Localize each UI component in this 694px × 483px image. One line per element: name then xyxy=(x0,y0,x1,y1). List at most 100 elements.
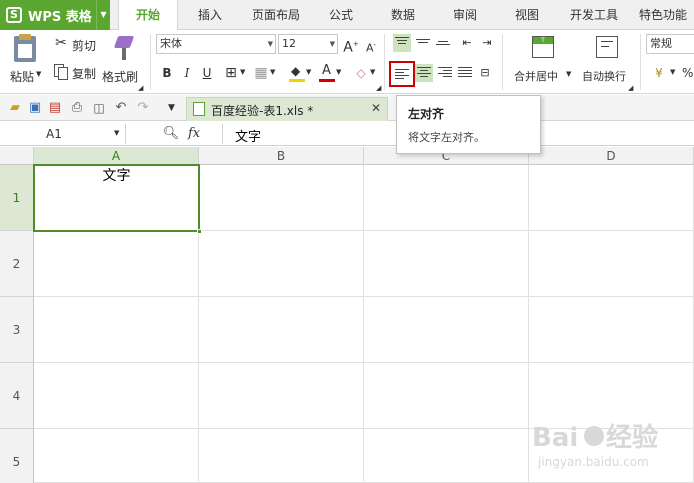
align-bottom-icon xyxy=(436,41,450,53)
column-header-b[interactable]: B xyxy=(199,147,364,165)
document-tab[interactable]: 百度经验-表1.xls * ✕ xyxy=(186,97,388,121)
number-format-select[interactable]: 常规 xyxy=(646,34,694,54)
align-bottom-button[interactable] xyxy=(434,34,452,52)
svg-text:Bai: Bai xyxy=(532,423,578,453)
chevron-down-icon: ▼ xyxy=(329,40,335,48)
cell[interactable] xyxy=(364,297,529,363)
align-middle-button[interactable] xyxy=(414,34,432,52)
bold-button[interactable]: B xyxy=(158,64,176,82)
percent-button[interactable]: % xyxy=(682,66,693,80)
cell[interactable] xyxy=(199,363,364,429)
fill-handle[interactable] xyxy=(197,229,202,234)
italic-button[interactable]: I xyxy=(178,64,196,82)
font-size-select[interactable]: 12 ▼ xyxy=(278,34,338,54)
align-left-button[interactable] xyxy=(389,61,415,87)
name-box-value: A1 xyxy=(46,127,62,141)
merge-center-button[interactable]: T 合并居中 ▼ xyxy=(510,34,576,90)
chevron-down-icon[interactable]: ▼ xyxy=(336,68,341,76)
function-icon[interactable]: fx xyxy=(188,126,200,141)
print-icon[interactable]: ⎙ xyxy=(68,99,86,117)
cell[interactable] xyxy=(199,297,364,363)
open-folder-icon[interactable]: ▰ xyxy=(6,99,24,117)
chevron-down-icon: ▼ xyxy=(36,70,42,78)
fill-color-button[interactable]: ◆ xyxy=(288,64,306,82)
cell[interactable] xyxy=(199,165,364,231)
tab-data[interactable]: 数据 xyxy=(380,0,426,30)
row-header-1[interactable]: 1 xyxy=(0,165,34,231)
increase-font-icon[interactable]: A+ xyxy=(342,35,360,56)
align-top-button[interactable] xyxy=(393,34,411,52)
cell[interactable] xyxy=(199,429,364,483)
paste-button[interactable]: 粘贴 ▼ xyxy=(8,34,46,90)
cell[interactable] xyxy=(529,165,694,231)
decrease-indent-icon[interactable]: ⇤ xyxy=(458,34,476,52)
align-left-icon xyxy=(395,69,409,81)
cell[interactable] xyxy=(34,231,199,297)
export-pdf-icon[interactable]: ▤ xyxy=(46,99,64,117)
clear-format-icon[interactable]: ◇ xyxy=(352,64,370,82)
cell-style-icon[interactable]: ▦ xyxy=(252,64,270,82)
cell[interactable] xyxy=(364,231,529,297)
format-painter-button[interactable]: 格式刷 xyxy=(102,34,146,90)
chevron-down-icon[interactable]: ▼ xyxy=(168,103,175,113)
close-icon[interactable]: ✕ xyxy=(371,101,381,115)
save-icon[interactable]: ▣ xyxy=(26,99,44,117)
align-center-button[interactable] xyxy=(415,64,433,82)
align-right-button[interactable] xyxy=(436,64,454,82)
name-box[interactable]: A1 ▼ xyxy=(0,124,126,144)
cell[interactable] xyxy=(34,363,199,429)
cell[interactable] xyxy=(364,363,529,429)
justify-button[interactable] xyxy=(456,64,474,82)
row-header-2[interactable]: 2 xyxy=(0,231,34,297)
expand-icon[interactable]: ◢ xyxy=(628,84,633,92)
underline-button[interactable]: U xyxy=(198,64,216,82)
row-header-3[interactable]: 3 xyxy=(0,297,34,363)
tab-insert[interactable]: 插入 xyxy=(185,0,235,30)
cell[interactable] xyxy=(199,231,364,297)
column-header-a[interactable]: A xyxy=(34,147,199,165)
column-header-d[interactable]: D xyxy=(529,147,694,165)
chevron-down-icon[interactable]: ▼ xyxy=(370,68,375,76)
tab-review[interactable]: 审阅 xyxy=(442,0,488,30)
chevron-down-icon[interactable]: ▼ xyxy=(96,0,110,30)
select-all-corner[interactable] xyxy=(0,147,34,165)
tab-developer[interactable]: 开发工具 xyxy=(564,0,624,30)
chevron-down-icon[interactable]: ▼ xyxy=(240,68,245,76)
currency-icon[interactable]: ¥ xyxy=(650,64,668,82)
chevron-down-icon[interactable]: ▼ xyxy=(670,68,675,76)
wrap-text-button[interactable]: 自动换行 xyxy=(580,34,634,90)
chevron-down-icon[interactable]: ▼ xyxy=(306,68,311,76)
tab-special[interactable]: 特色功能 xyxy=(632,0,694,30)
redo-icon[interactable]: ↷ xyxy=(134,99,152,117)
row-header-5[interactable]: 5 xyxy=(0,429,34,483)
decrease-font-icon[interactable]: A- xyxy=(362,36,380,55)
cell[interactable] xyxy=(529,297,694,363)
font-color-button[interactable]: A xyxy=(318,63,336,82)
cut-button[interactable]: ✂ 剪切 xyxy=(52,34,100,54)
active-cell-a1[interactable]: 文字 xyxy=(33,164,202,234)
distribute-icon[interactable]: ⊟ xyxy=(476,64,494,82)
cell[interactable] xyxy=(364,165,529,231)
tab-formulas[interactable]: 公式 xyxy=(318,0,364,30)
tab-home[interactable]: 开始 xyxy=(118,0,178,31)
undo-icon[interactable]: ↶ xyxy=(112,99,130,117)
expand-icon[interactable]: ◢ xyxy=(138,84,143,92)
cell[interactable] xyxy=(529,231,694,297)
increase-indent-icon[interactable]: ⇥ xyxy=(478,34,496,52)
print-preview-icon[interactable]: ◫ xyxy=(90,99,108,117)
cell[interactable] xyxy=(364,429,529,483)
chevron-down-icon[interactable]: ▼ xyxy=(270,68,275,76)
ribbon-home: 粘贴 ▼ ✂ 剪切 复制 格式刷 ◢ 宋体 ▼ 12 ▼ A+ A- B I U… xyxy=(0,30,694,94)
tab-view[interactable]: 视图 xyxy=(504,0,550,30)
borders-icon[interactable]: ⊞ xyxy=(222,64,240,82)
row-header-4[interactable]: 4 xyxy=(0,363,34,429)
cell[interactable] xyxy=(34,297,199,363)
cell[interactable] xyxy=(34,429,199,483)
paint-bucket-icon: ◆ xyxy=(291,64,301,78)
copy-button[interactable]: 复制 xyxy=(52,62,100,82)
tab-page-layout[interactable]: 页面布局 xyxy=(244,0,308,30)
app-menu-button[interactable]: S WPS 表格 ▼ xyxy=(0,0,110,30)
zoom-search-icon[interactable]: 🔍︎ xyxy=(162,125,180,143)
expand-icon[interactable]: ◢ xyxy=(376,84,381,92)
font-name-select[interactable]: 宋体 ▼ xyxy=(156,34,276,54)
